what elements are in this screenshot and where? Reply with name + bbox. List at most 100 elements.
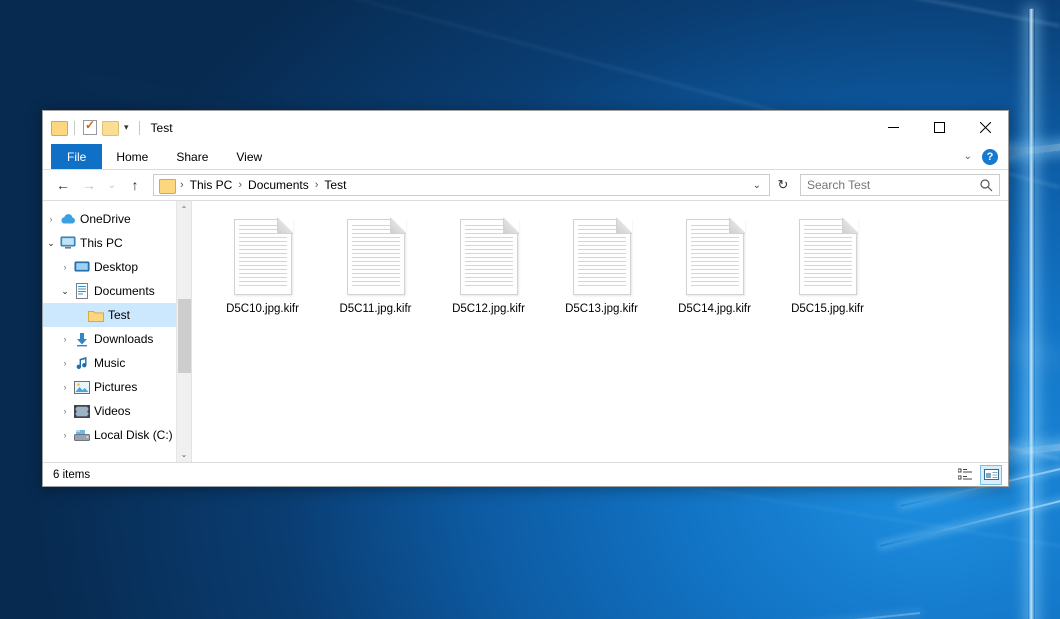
chevron-right-icon[interactable]: ›: [57, 262, 73, 272]
search-input[interactable]: [807, 178, 980, 192]
generic-document-icon: [686, 219, 744, 295]
chevron-right-icon[interactable]: ›: [43, 214, 59, 224]
tab-home[interactable]: Home: [102, 144, 162, 169]
ribbon-tabs: File Home Share View ⌄ ?: [43, 144, 1008, 170]
chevron-right-icon[interactable]: ›: [57, 406, 73, 416]
forward-button: →: [77, 174, 101, 196]
chevron-right-icon[interactable]: ›: [57, 382, 73, 392]
scroll-up-arrow-icon[interactable]: ⌃: [177, 201, 192, 217]
file-item[interactable]: D5C10.jpg.kifr: [206, 213, 319, 323]
window-controls: [870, 111, 1008, 144]
title-bar: ▾ Test: [43, 111, 1008, 144]
sidebar-item-videos[interactable]: › Videos: [43, 399, 191, 423]
sidebar-item-label: Downloads: [91, 332, 153, 346]
chevron-right-icon[interactable]: ›: [57, 430, 73, 440]
music-icon: [73, 356, 91, 371]
sidebar-item-onedrive[interactable]: › OneDrive: [43, 207, 191, 231]
file-item[interactable]: D5C13.jpg.kifr: [545, 213, 658, 323]
generic-document-icon: [347, 219, 405, 295]
back-button[interactable]: ←: [51, 174, 75, 196]
sidebar-scrollbar[interactable]: ⌃ ⌄: [176, 201, 191, 462]
sidebar-item-this-pc[interactable]: ⌄This PC: [43, 231, 191, 255]
chevron-down-icon[interactable]: ⌄: [964, 151, 972, 162]
file-name-label: D5C10.jpg.kifr: [226, 303, 299, 315]
sidebar-item-test[interactable]: Test: [43, 303, 191, 327]
sidebar-item-label: OneDrive: [77, 212, 131, 226]
tab-view[interactable]: View: [222, 144, 276, 169]
help-icon[interactable]: ?: [982, 149, 998, 165]
sidebar-item-label: Local Disk (C:): [91, 428, 173, 442]
recent-locations-caret-icon[interactable]: ⌄: [103, 174, 121, 196]
customize-quick-access-caret[interactable]: ▾: [122, 123, 131, 132]
videos-icon: [73, 405, 91, 418]
sidebar-item-documents[interactable]: ⌄ Documents: [43, 279, 191, 303]
file-item[interactable]: D5C14.jpg.kifr: [658, 213, 771, 323]
up-button[interactable]: ↑: [123, 174, 147, 196]
file-item[interactable]: D5C12.jpg.kifr: [432, 213, 545, 323]
file-item[interactable]: D5C15.jpg.kifr: [771, 213, 884, 323]
generic-document-icon: [234, 219, 292, 295]
breadcrumb-test[interactable]: Test: [322, 178, 348, 192]
address-dropdown-caret-icon[interactable]: ⌄: [749, 180, 765, 191]
breadcrumb-separator: ›: [237, 179, 243, 191]
sidebar-item-local-disk-c[interactable]: › Local Disk (C:): [43, 423, 191, 447]
breadcrumb-separator: ›: [314, 179, 320, 191]
sidebar-item-pictures[interactable]: ›Pictures: [43, 375, 191, 399]
tab-share[interactable]: Share: [162, 144, 222, 169]
minimize-button[interactable]: [870, 111, 916, 144]
sidebar-item-desktop[interactable]: ›Desktop: [43, 255, 191, 279]
file-name-label: D5C12.jpg.kifr: [452, 303, 525, 315]
desktop-icon: [73, 260, 91, 274]
sidebar-item-label: Documents: [91, 284, 155, 298]
large-icons-view-button[interactable]: [980, 465, 1002, 485]
file-name-label: D5C13.jpg.kifr: [565, 303, 638, 315]
divider: [74, 121, 75, 135]
monitor-icon: [59, 236, 77, 250]
close-button[interactable]: [962, 111, 1008, 144]
breadcrumb-documents[interactable]: Documents: [246, 178, 311, 192]
folder-tree: ›OneDrive⌄This PC›Desktop⌄DocumentsTest›…: [43, 207, 191, 447]
folder-icon[interactable]: [51, 121, 66, 134]
address-bar[interactable]: › This PC › Documents › Test ⌄: [153, 174, 770, 196]
cloud-icon: [59, 213, 77, 225]
file-item[interactable]: D5C11.jpg.kifr: [319, 213, 432, 323]
file-name-label: D5C11.jpg.kifr: [339, 303, 411, 315]
scroll-down-arrow-icon[interactable]: ⌄: [177, 446, 192, 462]
sidebar-item-downloads[interactable]: › Downloads: [43, 327, 191, 351]
chevron-right-icon[interactable]: ›: [57, 334, 73, 344]
window-title: Test: [151, 121, 173, 135]
download-icon: [73, 332, 91, 347]
pictures-icon: [73, 381, 91, 394]
details-view-button[interactable]: [954, 465, 976, 485]
chevron-down-icon[interactable]: ⌄: [57, 286, 73, 297]
sidebar-item-label: Videos: [91, 404, 130, 418]
file-grid: D5C10.jpg.kifr D5C11.jpg.kifr D5C12.jpg.ki…: [192, 201, 1008, 323]
file-name-label: D5C15.jpg.kifr: [791, 303, 864, 315]
maximize-button[interactable]: [916, 111, 962, 144]
divider: [139, 121, 140, 135]
item-count-label: 6 items: [53, 469, 90, 481]
folder-icon: [87, 309, 105, 322]
status-bar: 6 items: [43, 462, 1008, 486]
breadcrumb-this-pc[interactable]: This PC: [188, 178, 235, 192]
search-box[interactable]: [800, 174, 1000, 196]
generic-document-icon: [573, 219, 631, 295]
file-explorer-window: ▾ Test File Home Share View: [42, 110, 1009, 487]
properties-checkbox-icon[interactable]: [83, 120, 97, 135]
scrollbar-track[interactable]: [177, 217, 192, 446]
tab-file[interactable]: File: [51, 144, 102, 169]
scrollbar-thumb[interactable]: [178, 299, 191, 372]
quick-access-toolbar: ▾: [51, 120, 143, 135]
desktop: ▾ Test File Home Share View: [0, 0, 1060, 619]
address-bar-row: ← → ⌄ ↑ › This PC › Documents › Test ⌄ ↻: [43, 170, 1008, 200]
file-name-label: D5C14.jpg.kifr: [678, 303, 751, 315]
search-icon: [980, 179, 993, 192]
sidebar-item-label: Music: [91, 356, 125, 370]
chevron-right-icon[interactable]: ›: [57, 358, 73, 368]
file-list-pane[interactable]: D5C10.jpg.kifr D5C11.jpg.kifr D5C12.jpg.ki…: [191, 201, 1008, 462]
refresh-button[interactable]: ↻: [772, 174, 794, 196]
chevron-down-icon[interactable]: ⌄: [43, 238, 59, 249]
sidebar-item-music[interactable]: › Music: [43, 351, 191, 375]
navigation-pane: ›OneDrive⌄This PC›Desktop⌄DocumentsTest›…: [43, 201, 191, 462]
new-folder-icon[interactable]: [102, 121, 117, 134]
